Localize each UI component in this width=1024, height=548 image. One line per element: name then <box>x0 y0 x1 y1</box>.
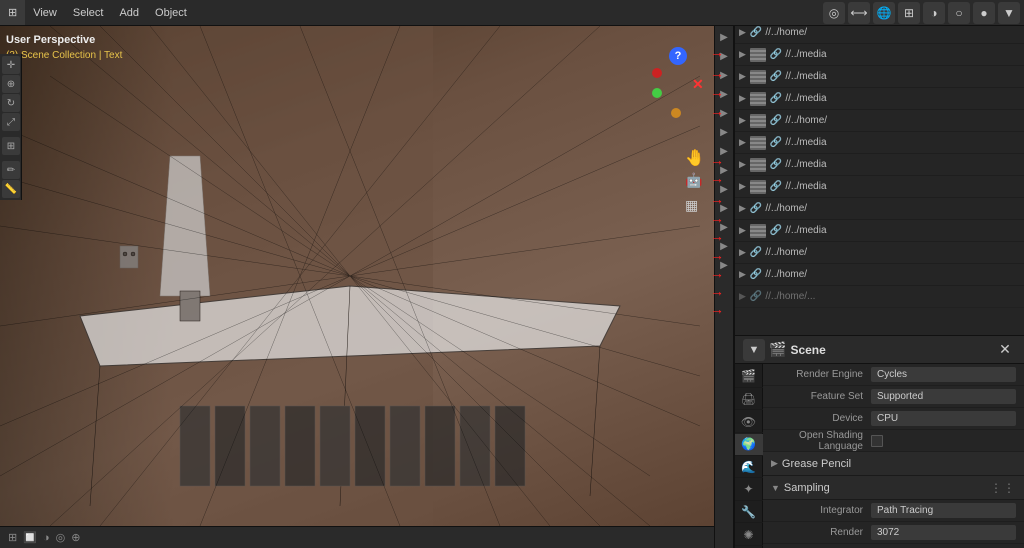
toolbar-grid-icon[interactable]: ⊞ <box>898 2 920 24</box>
render-engine-label: Render Engine <box>771 369 871 380</box>
props-close-btn[interactable]: ✕ <box>994 339 1016 361</box>
device-value[interactable]: CPU <box>871 411 1016 426</box>
3d-viewport[interactable]: User Perspective (3) Scene Collection | … <box>0 26 722 548</box>
grease-pencil-section[interactable]: ▶ Grease Pencil <box>763 452 1024 476</box>
side-icon-6[interactable]: ▶ <box>715 123 733 141</box>
top-menu-bar: ⊞ View Select Add Object ◎ ⟷ 🌐 ⊞ ◑ ○ ● ▼ <box>0 0 1024 26</box>
file-row-12[interactable]: ▶ 🔗 //../home/ <box>735 264 1024 286</box>
props-tab-world[interactable]: 🌊 <box>735 457 763 479</box>
bottom-shading-icon[interactable]: ◑ <box>43 532 50 544</box>
open-shading-checkbox[interactable] <box>871 435 883 447</box>
toolbar-sphere1-icon[interactable]: ◑ <box>923 2 945 24</box>
menu-select[interactable]: Select <box>65 0 112 25</box>
side-icon-strip: ▶ ▶ ▶ ▶ ▶ ▶ ▶ ▶ ▶ ▶ ▶ ▶ ▶ <box>714 26 734 548</box>
properties-panel: ▼ 🎬 Scene ✕ 🎬 🖨 👁 🌍 🌊 ✦ 🔧 ✺ Render Engin… <box>734 335 1024 548</box>
props-tab-output[interactable]: 🖨 <box>735 389 763 411</box>
side-icon-11[interactable]: ▶ <box>715 218 733 236</box>
render-row: Render 3072 <box>763 522 1024 544</box>
bottom-viewport-icon[interactable]: 🔲 <box>23 531 37 544</box>
feature-set-row: Feature Set Supported <box>763 386 1024 408</box>
sampling-arrow: ▼ <box>771 483 780 493</box>
integrator-label: Integrator <box>771 505 871 516</box>
scene-collection-label: (3) Scene Collection | Text <box>6 50 122 61</box>
device-row: Device CPU <box>763 408 1024 430</box>
props-tab-render[interactable]: 🎬 <box>735 366 763 388</box>
tool-move[interactable]: ⊕ <box>2 75 20 93</box>
render-label: Render <box>771 527 871 538</box>
toolbar-dropdown-icon[interactable]: ▼ <box>998 2 1020 24</box>
tool-measure[interactable]: 📏 <box>2 180 20 198</box>
sampling-options-icon[interactable]: ⋮⋮ <box>990 481 1016 495</box>
menu-object[interactable]: Object <box>147 0 195 25</box>
side-icon-12[interactable]: ▶ <box>715 237 733 255</box>
side-icon-3[interactable]: ▶ <box>715 66 733 84</box>
toolbar-sphere2-icon[interactable]: ○ <box>948 2 970 24</box>
toolbar-sphere3-icon[interactable]: ● <box>973 2 995 24</box>
feature-set-label: Feature Set <box>771 391 871 402</box>
grease-pencil-label: Grease Pencil <box>782 458 851 470</box>
properties-header: ▼ 🎬 Scene ✕ <box>735 336 1024 364</box>
toolbar-render-icon[interactable]: ◎ <box>823 2 845 24</box>
file-row-4[interactable]: ▶ 🔗 //../media <box>735 88 1024 110</box>
menu-blender-icon[interactable]: ⊞ <box>0 0 25 25</box>
file-row-11[interactable]: ▶ 🔗 //../home/ <box>735 242 1024 264</box>
file-browser-panel: ▶ 🔗 //../media ▶ 🔗 //../home/ ▶ 🔗 //../m… <box>734 0 1024 335</box>
integrator-row: Integrator Path Tracing <box>763 500 1024 522</box>
tool-transform[interactable]: ⊞ <box>2 137 20 155</box>
props-tab-dropdown[interactable]: ▼ <box>743 339 765 361</box>
file-row-9[interactable]: ▶ 🔗 //../home/ <box>735 198 1024 220</box>
sampling-section[interactable]: ▼ Sampling ⋮⋮ <box>763 476 1024 500</box>
side-icon-1[interactable]: ▶ <box>715 28 733 46</box>
render-engine-row: Render Engine Cycles <box>763 364 1024 386</box>
file-row-2[interactable]: ▶ 🔗 //../media <box>735 44 1024 66</box>
grease-pencil-arrow: ▶ <box>771 458 778 469</box>
open-shading-row: Open Shading Language <box>763 430 1024 452</box>
sampling-label: Sampling <box>784 482 830 494</box>
open-shading-checkbox-container <box>871 435 883 447</box>
side-icon-9[interactable]: ▶ <box>715 180 733 198</box>
side-icon-2[interactable]: ▶ <box>715 47 733 65</box>
properties-scene-label: Scene <box>790 343 825 357</box>
bottom-overlay-icon[interactable]: ◎ <box>56 531 66 544</box>
side-icon-7[interactable]: ▶ <box>715 142 733 160</box>
render-engine-value[interactable]: Cycles <box>871 367 1016 382</box>
menu-add[interactable]: Add <box>111 0 147 25</box>
render-value[interactable]: 3072 <box>871 525 1016 540</box>
tool-scale[interactable]: ⤢ <box>2 113 20 131</box>
open-shading-label: Open Shading Language <box>771 430 871 452</box>
side-icon-13[interactable]: ▶ <box>715 256 733 274</box>
file-row-13[interactable]: ▶ 🔗 //../home/... <box>735 286 1024 308</box>
tool-rotate[interactable]: ↻ <box>2 94 20 112</box>
side-icon-4[interactable]: ▶ <box>715 85 733 103</box>
file-row-8[interactable]: ▶ 🔗 //../media <box>735 176 1024 198</box>
side-icon-10[interactable]: ▶ <box>715 199 733 217</box>
bottom-mode-icon[interactable]: ⊞ <box>8 531 17 544</box>
props-tab-scene[interactable]: 🌍 <box>735 434 763 456</box>
file-row-7[interactable]: ▶ 🔗 //../media <box>735 154 1024 176</box>
props-tab-particles[interactable]: ✺ <box>735 524 763 546</box>
toolbar-mode-icon[interactable]: ⟷ <box>848 2 870 24</box>
file-row-10[interactable]: ▶ 🔗 //../media <box>735 220 1024 242</box>
toolbar-view-icon[interactable]: 🌐 <box>873 2 895 24</box>
side-icon-5[interactable]: ▶ <box>715 104 733 122</box>
viewport-perspective-label: User Perspective <box>6 34 95 46</box>
feature-set-value[interactable]: Supported <box>871 389 1016 404</box>
side-icon-8[interactable]: ▶ <box>715 161 733 179</box>
integrator-value[interactable]: Path Tracing <box>871 503 1016 518</box>
menu-view[interactable]: View <box>25 0 65 25</box>
viewport-bottom-bar: ⊞ 🔲 ◑ ◎ ⊕ <box>0 526 722 548</box>
file-row-3[interactable]: ▶ 🔗 //../media <box>735 66 1024 88</box>
props-tab-object[interactable]: ✦ <box>735 479 763 501</box>
tool-annotate[interactable]: ✏ <box>2 161 20 179</box>
scene-icon: 🎬 <box>769 341 786 358</box>
device-label: Device <box>771 413 871 424</box>
file-row-5[interactable]: ▶ 🔗 //../home/ <box>735 110 1024 132</box>
left-toolbar: ✛ ⊕ ↻ ⤢ ⊞ ✏ 📏 <box>0 54 22 200</box>
props-tab-view[interactable]: 👁 <box>735 411 763 433</box>
tool-cursor[interactable]: ✛ <box>2 56 20 74</box>
file-row-6[interactable]: ▶ 🔗 //../media <box>735 132 1024 154</box>
bottom-gizmo-icon[interactable]: ⊕ <box>71 531 80 544</box>
props-tab-modifier[interactable]: 🔧 <box>735 502 763 524</box>
